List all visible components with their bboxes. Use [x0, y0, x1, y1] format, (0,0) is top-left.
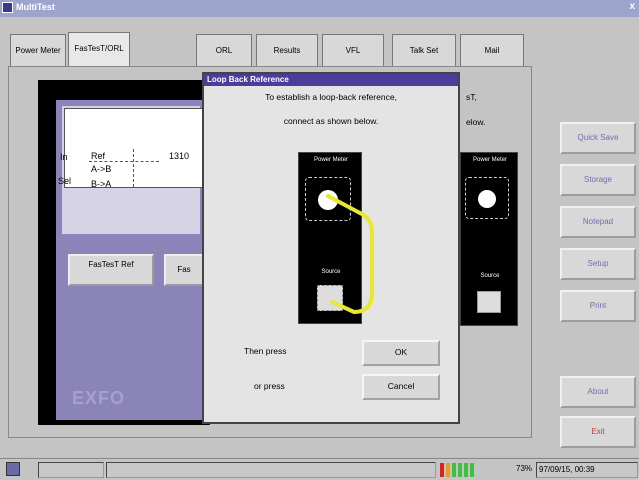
status-app-icon	[6, 462, 20, 476]
loopback-cable	[326, 194, 374, 315]
tab-power-meter[interactable]: Power Meter	[10, 34, 66, 66]
ba-label: B->A	[91, 179, 112, 189]
battery-percent: 73%	[516, 464, 533, 473]
background-power-meter-label: Power Meter	[472, 157, 507, 163]
battery-bar-green-3	[464, 463, 468, 477]
fastest-ref-button[interactable]: FasTesT Ref	[68, 254, 154, 286]
quick-save-button[interactable]: Quick Save	[560, 122, 636, 154]
ref-label: Ref	[91, 151, 106, 161]
close-icon[interactable]: x	[629, 1, 635, 12]
fastest-second-button[interactable]: Fas	[164, 254, 204, 286]
tab-vfl[interactable]: VFL	[322, 34, 384, 66]
partial-text-2: elow.	[466, 117, 486, 127]
partial-text-1: sT,	[466, 92, 477, 102]
battery-bar-green-1	[452, 463, 456, 477]
ab-label: A->B	[91, 164, 112, 174]
ref-value: 1310	[169, 151, 190, 161]
battery-gauge	[440, 462, 500, 478]
setup-button[interactable]: Setup	[560, 248, 636, 280]
ok-button[interactable]: OK	[362, 340, 440, 366]
battery-bar-red	[440, 463, 444, 477]
status-cell-1	[38, 462, 104, 478]
or-press-text: or press	[254, 381, 285, 391]
background-meter-disc	[478, 190, 496, 208]
background-device: Power Meter Source	[460, 152, 518, 326]
in-label: In	[60, 152, 68, 162]
background-meter-port	[465, 177, 509, 219]
tab-fastest-orl[interactable]: FasTesT/ORL	[68, 32, 130, 66]
app-icon	[2, 2, 13, 13]
tab-orl[interactable]: ORL	[196, 34, 252, 66]
dialog-instruction-line-1: To establish a loop-back reference,	[265, 92, 397, 102]
table-column-divider	[133, 149, 134, 187]
exfo-logo: EXFO	[72, 388, 126, 408]
tab-results[interactable]: Results	[256, 34, 318, 66]
sel-label: Sel	[58, 176, 72, 186]
dialog-title: Loop Back Reference	[204, 74, 458, 86]
cancel-button[interactable]: Cancel	[362, 374, 440, 400]
about-button[interactable]: About	[560, 376, 636, 408]
window-title: MultiTest	[16, 2, 55, 12]
battery-bar-green-2	[458, 463, 462, 477]
battery-bar-orange	[446, 463, 450, 477]
notepad-button[interactable]: Notepad	[560, 206, 636, 238]
then-press-text: Then press	[244, 346, 287, 356]
background-source-port	[477, 291, 501, 313]
title-bar: MultiTest x	[0, 0, 639, 17]
background-source-label: Source	[480, 273, 500, 279]
exit-button[interactable]: Exit	[560, 416, 636, 448]
tab-mail[interactable]: Mail	[460, 34, 524, 66]
print-button[interactable]: Print	[560, 290, 636, 322]
status-cell-2	[106, 462, 436, 478]
status-datetime: 97/09/15, 00:39	[536, 462, 638, 478]
battery-bar-green-4	[470, 463, 474, 477]
table-divider	[89, 161, 159, 162]
tab-talk-set[interactable]: Talk Set	[392, 34, 456, 66]
reference-table: Ref 1310 A->B B->A	[64, 108, 206, 189]
storage-button[interactable]: Storage	[560, 164, 636, 196]
dialog-instruction-line-2: connect as shown below.	[283, 116, 379, 126]
